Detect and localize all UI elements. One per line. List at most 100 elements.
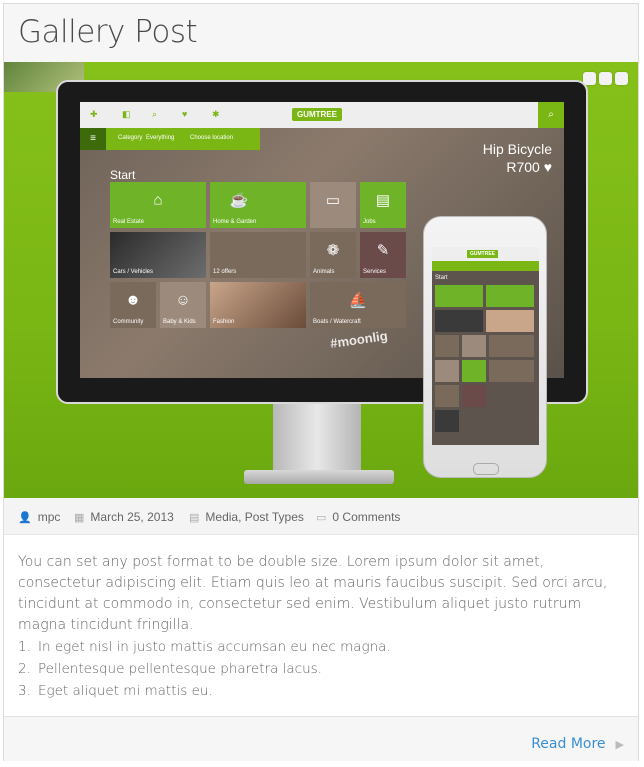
menu-icon: ≡ (80, 128, 106, 150)
calendar-icon: ▦ (74, 511, 85, 524)
tile-label: 12 offers (213, 269, 237, 275)
heart-icon: ♥ (543, 159, 552, 175)
post-card: Gallery Post ✚ ◧ ⌕ ♥ ✱ GUMTREE ⌕ ≡ Categ… (3, 3, 639, 761)
meta-author: 👤 mpc (18, 510, 60, 524)
screen-start-heading: Start (110, 168, 136, 182)
phone-tile (435, 410, 459, 432)
tile-services: ✎ Services (360, 232, 406, 278)
tile-label: Services (363, 269, 387, 275)
post-list: 1. In eget nisl in justo mattis accumsan … (18, 636, 391, 702)
post-title[interactable]: Gallery Post (18, 14, 198, 50)
list-number: 3. (18, 683, 31, 699)
notification-icon: ◧ (122, 109, 131, 119)
meta-categories: ▤ Media, Post Types (189, 510, 304, 524)
phone-screen: GUMTREE Start (432, 247, 539, 445)
tile-label: Real Estate (113, 219, 145, 225)
read-more-label[interactable]: Read More (531, 736, 605, 752)
user-icon: 👤 (18, 511, 32, 524)
post-ad-icon: ✚ (90, 109, 98, 119)
category-label: Category (118, 135, 143, 141)
tile-cars: Cars / Vehicles (110, 232, 206, 278)
headline-text: Hip Bicycle (482, 141, 552, 157)
comment-icon: ▭ (316, 511, 327, 524)
phone-logo: GUMTREE (467, 250, 498, 258)
tile-label: Boats / Watercraft (313, 319, 361, 325)
paw-icon: ❁ (326, 242, 340, 260)
sailboat-icon: ⛵ (348, 292, 368, 310)
list-text: In eget nisl in justo mattis accumsan eu… (38, 639, 391, 655)
phone-tile (435, 285, 483, 307)
comments-link[interactable]: 0 Comments (332, 510, 400, 524)
monitor-stand (273, 404, 361, 474)
tile-computer: ▭ (310, 182, 356, 228)
cup-icon: ☕ (229, 192, 249, 210)
tile-community: ☻ Community (110, 282, 156, 328)
tile-boats: ⛵ Boats / Watercraft (310, 282, 406, 328)
wrench-icon: ✎ (376, 242, 390, 260)
post-footer: Read More ▶ (4, 716, 638, 761)
slide-dot[interactable] (615, 72, 628, 85)
category-value: Everything (146, 135, 175, 141)
tile-label: Jobs (363, 219, 376, 225)
phone-category-bar (432, 261, 539, 271)
price-value: R700 (506, 159, 540, 175)
date-text: March 25, 2013 (90, 510, 174, 524)
tile-offers: 12 offers (210, 232, 306, 278)
tile-fashion: Fashion (210, 282, 306, 328)
search-icon: ⌕ (538, 102, 564, 128)
phone-tile (462, 335, 486, 357)
house-icon: ⌂ (153, 191, 163, 209)
read-more-link[interactable]: Read More ▶ (531, 736, 624, 752)
tile-label: Fashion (213, 319, 235, 325)
list-text: Pellentesque pellentesque pharetra lacus… (38, 661, 322, 677)
phone-tile (486, 285, 534, 307)
post-excerpt: You can set any post format to be double… (18, 554, 608, 633)
tile-jobs: ▤ Jobs (360, 182, 406, 228)
tile-real-estate: ⌂ Real Estate (110, 182, 206, 228)
baby-icon: ☺ (175, 291, 191, 309)
phone-tile (489, 335, 534, 357)
phone-tile (462, 385, 486, 407)
monitor-icon: ▭ (325, 192, 341, 210)
tile-label: Home & Garden (213, 219, 257, 225)
list-item: 3. Eget aliquet mi mattis eu. (18, 680, 391, 702)
phone-home-button (473, 463, 499, 475)
folder-icon: ▤ (189, 511, 200, 524)
categories-links[interactable]: Media, Post Types (205, 510, 304, 524)
slide-dot[interactable] (599, 72, 612, 85)
arrow-right-icon: ▶ (615, 737, 624, 751)
tile-label: Animals (313, 269, 335, 275)
tile-home-garden: ☕ Home & Garden (210, 182, 306, 228)
list-number: 2. (18, 661, 31, 677)
phone-tile (489, 360, 534, 382)
meta-date: ▦ March 25, 2013 (74, 510, 174, 524)
screen-logo: GUMTREE (292, 108, 342, 121)
briefcase-icon: ▤ (375, 192, 391, 210)
meta-comments: ▭ 0 Comments (316, 510, 400, 524)
phone-tile (435, 360, 459, 382)
price-text: R700 ♥ (483, 158, 552, 176)
list-text: Eget aliquet mi mattis eu. (38, 683, 213, 699)
tile-animals: ❁ Animals (310, 232, 356, 278)
screen-hashtag: #moonlig (329, 328, 389, 351)
heart-icon: ♥ (182, 109, 188, 119)
gallery-slider[interactable]: ✚ ◧ ⌕ ♥ ✱ GUMTREE ⌕ ≡ Category Everythin… (4, 62, 638, 498)
phone-tile (486, 310, 534, 332)
list-item: 2. Pellentesque pellentesque pharetra lac… (18, 658, 391, 680)
tile-label: Baby & Kids (163, 319, 196, 325)
tile-baby: ☺ Baby & Kids (160, 282, 206, 328)
phone-image: GUMTREE Start (423, 216, 547, 478)
gear-icon: ✱ (212, 109, 220, 119)
title-bar: Gallery Post (4, 4, 638, 63)
screen-headline: Hip Bicycle R700 ♥ (483, 140, 552, 176)
phone-tile (435, 385, 459, 407)
phone-tile (462, 360, 486, 382)
author-link[interactable]: mpc (38, 510, 61, 524)
phone-start-heading: Start (435, 275, 448, 281)
phone-tile (435, 335, 459, 357)
location-label: Choose location (190, 135, 234, 141)
post-meta: 👤 mpc ▦ March 25, 2013 ▤ Media, Post Typ… (4, 498, 638, 535)
tile-label: Cars / Vehicles (113, 269, 154, 275)
monitor-base (244, 470, 394, 484)
phone-tile (435, 310, 483, 332)
